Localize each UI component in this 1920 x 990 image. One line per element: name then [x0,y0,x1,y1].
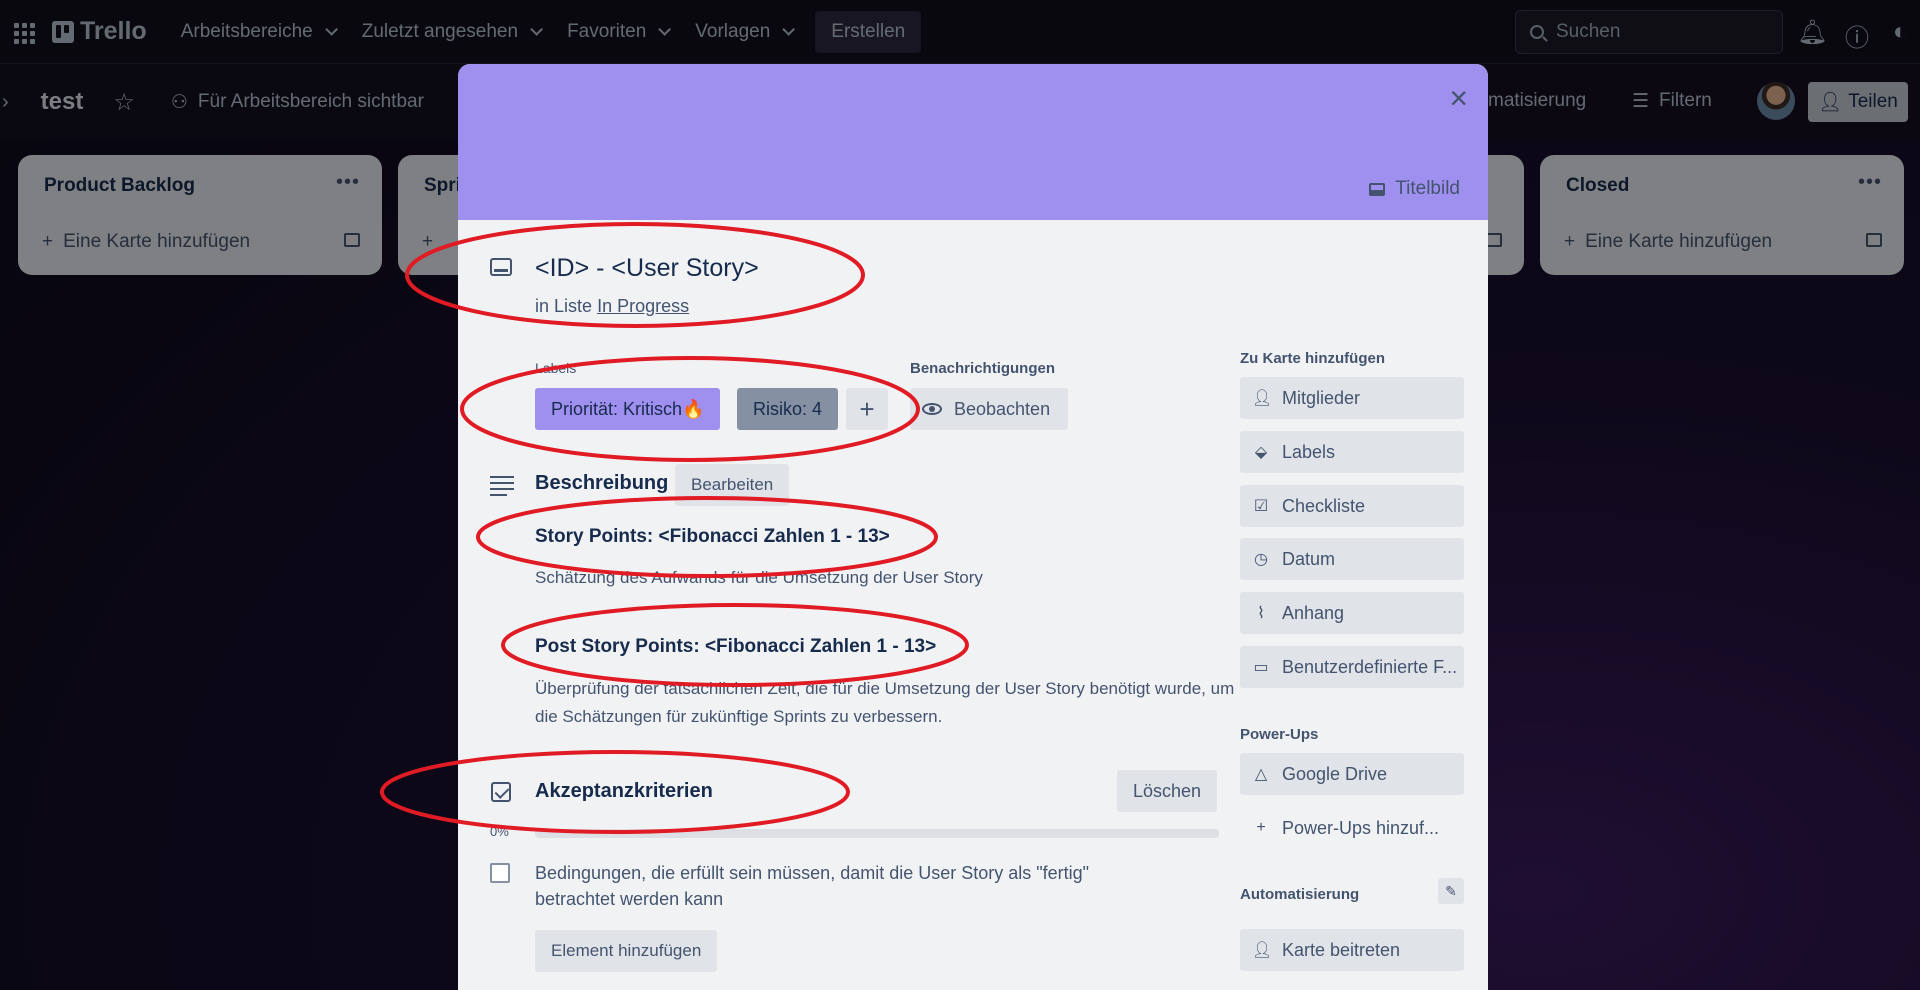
card-title[interactable]: <ID> - <User Story> [535,254,759,283]
label-priority[interactable]: Priorität: Kritisch🔥 [535,388,721,430]
cover-icon [1369,182,1386,196]
attachment-button[interactable]: ⌇ Anhang [1240,592,1464,634]
google-drive-button[interactable]: △ Google Drive [1240,753,1464,795]
watch-button[interactable]: Beobachten [910,388,1068,430]
post-story-points-heading: Post Story Points: <Fibonacci Zahlen 1 -… [535,636,937,657]
join-card-button[interactable]: 👤︎ Karte beitreten [1240,929,1464,971]
checklist-title[interactable]: Akzeptanzkriterien [535,780,713,803]
close-icon[interactable]: × [1449,82,1468,114]
cover-button[interactable]: Titelbild [1369,178,1460,200]
checklist-button[interactable]: ☑ Checkliste [1240,485,1464,527]
plus-icon: + [1256,819,1266,836]
google-drive-icon: △ [1254,766,1268,783]
add-to-card-heading: Zu Karte hinzufügen [1240,350,1385,367]
custom-fields-icon: ▭ [1253,659,1269,676]
person-icon: 👤︎ [1252,390,1273,407]
label-risk[interactable]: Risiko: 4 [737,388,839,430]
powerups-heading: Power-Ups [1240,726,1319,743]
add-powerups-button[interactable]: + Power-Ups hinzuf... [1240,807,1464,849]
delete-checklist-button[interactable]: Löschen [1117,770,1217,812]
card-icon [490,258,512,276]
custom-fields-button[interactable]: ▭ Benutzerdefinierte F... [1240,646,1464,688]
card-list-info: in Liste In Progress [535,296,690,316]
automation-heading: Automatisierung [1240,886,1360,903]
description-title: Beschreibung [535,472,669,494]
paperclip-icon: ⌇ [1257,605,1265,622]
tag-icon: ⬙ [1254,444,1268,461]
checklist-icon: ☑ [1253,498,1269,515]
members-button[interactable]: 👤︎ Mitglieder [1240,377,1464,419]
checklist-icon [491,782,511,802]
add-item-button[interactable]: Element hinzufügen [535,930,718,972]
clock-icon: ◷ [1254,551,1268,568]
story-points-heading: Story Points: <Fibonacci Zahlen 1 - 13> [535,526,890,547]
person-icon: 👤︎ [1252,942,1273,959]
labels-button[interactable]: ⬙ Labels [1240,431,1464,473]
add-label-button[interactable]: + [846,388,888,430]
eye-icon [922,403,942,415]
progress-percent: 0% [490,824,509,839]
card-cover: × Titelbild [458,64,1488,220]
labels-heading: Labels [535,360,577,376]
plus-icon: + [859,393,875,424]
notifications-heading: Benachrichtigungen [910,360,1056,377]
checklist-item-checkbox[interactable] [490,863,510,883]
checklist-item-text[interactable]: Bedingungen, die erfüllt sein müssen, da… [535,860,1135,912]
story-points-text: Schätzung des Aufwands für die Umsetzung… [535,568,983,587]
dates-button[interactable]: ◷ Datum [1240,538,1464,580]
edit-description-button[interactable]: Bearbeiten [675,464,790,506]
description-icon [490,476,514,500]
card-modal: × Titelbild <ID> - <User Story> in Liste… [458,64,1488,990]
checklist-progress-bar [535,829,1219,838]
edit-icon[interactable]: ✎ [1438,878,1464,904]
list-link[interactable]: In Progress [597,296,689,316]
post-story-points-text: Überprüfung der tatsächlichen Zeit, die … [535,679,1235,726]
